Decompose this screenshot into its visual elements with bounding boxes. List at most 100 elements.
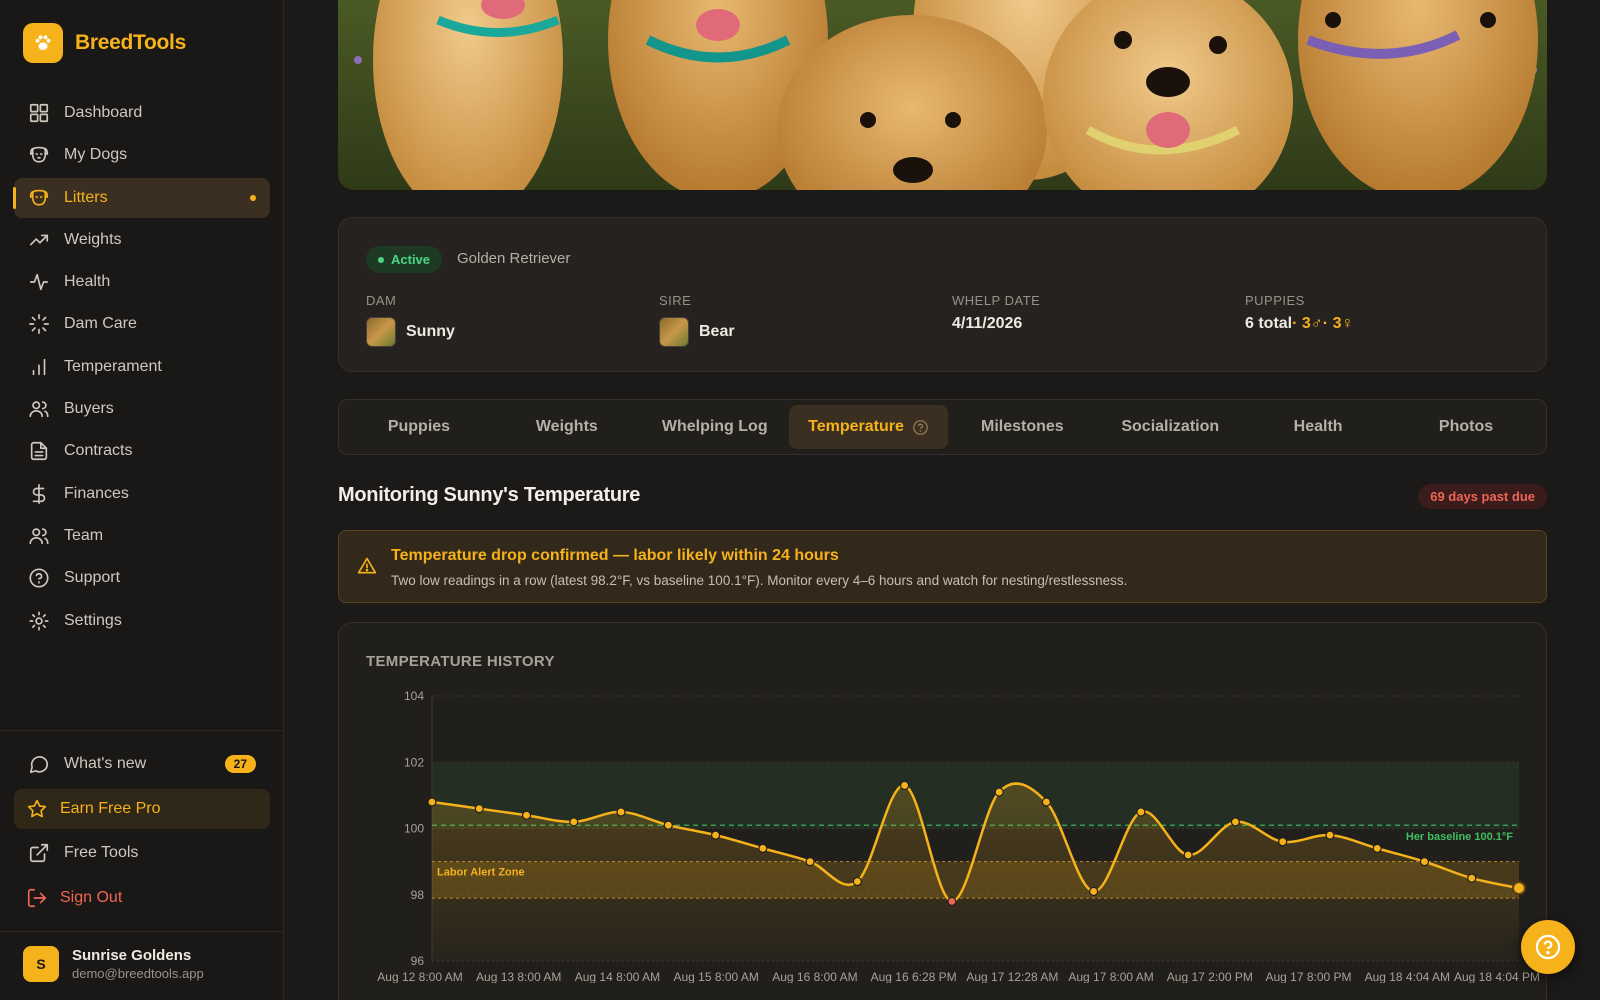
temperature-point	[1230, 817, 1241, 827]
temperature-point	[1372, 843, 1382, 853]
sidebar-item-team[interactable]: Team	[14, 516, 270, 556]
temperature-point	[1419, 857, 1430, 867]
tab-socialization[interactable]: Socialization	[1096, 405, 1244, 449]
sidebar-item-settings[interactable]: Settings	[14, 601, 270, 641]
sidebar-item-label: Health	[64, 273, 111, 291]
sidebar-bottom-nav: What's new 27 Earn Free Pro Free Tools S…	[14, 744, 270, 922]
help-button[interactable]	[1521, 920, 1575, 974]
loader-icon	[28, 313, 50, 335]
sire-avatar[interactable]	[659, 317, 689, 347]
sidebar-item-health[interactable]: Health	[14, 262, 270, 302]
sidebar-item-label: Buyers	[64, 400, 114, 418]
user-name: Sunrise Goldens	[72, 947, 192, 964]
whats-new-count-badge: 27	[224, 755, 256, 773]
sidebar-nav: Dashboard My Dogs Litters Weights Health Dam …	[13, 93, 270, 643]
litter-cover-photo	[338, 0, 1547, 190]
tab-photos[interactable]: Photos	[1392, 405, 1540, 449]
sidebar-item-contracts[interactable]: Contracts	[14, 431, 270, 471]
dam-label: DAM	[366, 293, 397, 308]
sire-name[interactable]: Bear	[699, 323, 735, 341]
temperature-point	[758, 843, 768, 853]
sidebar-item-finances[interactable]: Finances	[14, 474, 270, 514]
free-tools-link[interactable]: Free Tools	[14, 833, 270, 873]
tab-label: Puppies	[387, 418, 451, 435]
tab-label: Milestones	[981, 418, 1064, 435]
sidebar-item-temperament[interactable]: Temperament	[14, 347, 270, 387]
sidebar-item-label: Temperament	[64, 357, 162, 375]
x-tick-label: Aug 16 6:28 PM	[871, 970, 957, 983]
temperature-point	[521, 810, 532, 820]
temperature-point	[616, 807, 626, 817]
latest-reading-point	[1512, 881, 1526, 896]
help-circle-icon	[1535, 934, 1561, 960]
x-tick-label: Aug 17 12:28 AM	[966, 970, 1058, 983]
sidebar-item-buyers[interactable]: Buyers	[14, 389, 270, 429]
status-badge: Active	[366, 246, 443, 273]
sidebar-item-label: Dashboard	[64, 104, 143, 121]
tab-whelping-log[interactable]: Whelping Log	[641, 405, 789, 449]
temperature-point	[1089, 886, 1099, 897]
dog-icon	[28, 144, 50, 166]
sidebar-item-dam-care[interactable]: Dam Care	[14, 304, 270, 344]
sidebar-item-my-dogs[interactable]: My Dogs	[14, 135, 270, 175]
user-profile[interactable]: S Sunrise Goldens demo@breedtools.app	[23, 946, 204, 982]
sidebar-item-support[interactable]: Support	[14, 558, 270, 598]
tab-milestones[interactable]: Milestones	[948, 405, 1096, 449]
message-icon	[29, 756, 49, 774]
help-circle-icon[interactable]	[912, 419, 929, 436]
tab-label: Health	[1293, 418, 1343, 435]
temperature-point	[427, 797, 437, 807]
tab-label: Socialization	[1121, 418, 1220, 435]
temperature-history-card: TEMPERATURE HISTORY 9698100102104Labor A…	[338, 622, 1547, 1000]
x-tick-label: Aug 14 8:00 AM	[575, 970, 660, 983]
x-tick-label: Aug 18 4:04 PM	[1454, 970, 1540, 983]
sire-label: SIRE	[659, 293, 692, 308]
x-tick-label: Aug 16 8:00 AM	[772, 970, 857, 983]
temperature-point	[569, 817, 579, 827]
whats-new-label: What's new	[64, 755, 147, 772]
paw-logo-icon	[23, 23, 63, 63]
tab-temperature[interactable]: Temperature	[788, 405, 949, 449]
litter-tabs: Puppies Weights Whelping Log Temperature Mil…	[338, 399, 1547, 455]
sidebar-item-litters[interactable]: Litters	[13, 177, 270, 218]
temperature-chart: 9698100102104Labor Alert ZoneHer baselin…	[377, 689, 1540, 983]
main-content: Active Golden Retriever DAM Sunny SIRE B…	[284, 0, 1600, 1000]
x-tick-label: Aug 17 8:00 AM	[1068, 970, 1153, 983]
tab-label: Temperature	[808, 418, 904, 435]
y-tick-label: 104	[404, 689, 424, 703]
puppies-label: PUPPIES	[1245, 293, 1305, 308]
whats-new-button[interactable]: What's new 27	[14, 744, 270, 784]
alert-text: Two low readings in a row (latest 98.2°F…	[391, 573, 1128, 588]
grid-icon	[28, 102, 50, 124]
sidebar: BreedTools Dashboard My Dogs Litters Weight…	[0, 0, 284, 1000]
team-icon	[28, 525, 50, 547]
brand[interactable]: BreedTools	[23, 23, 186, 63]
sidebar-item-weights[interactable]: Weights	[14, 220, 270, 260]
sign-out-button[interactable]: Sign Out	[14, 878, 270, 918]
divider	[0, 931, 284, 932]
alert-title: Temperature drop confirmed — labor likel…	[391, 547, 839, 564]
litter-icon	[28, 187, 50, 209]
x-tick-label: Aug 12 8:00 AM	[377, 970, 462, 983]
whelp-date-info: WHELP DATE 4/11/2026	[952, 293, 1040, 333]
temperature-point	[900, 780, 910, 791]
dam-info: DAM Sunny	[366, 293, 455, 347]
tab-weights[interactable]: Weights	[493, 405, 641, 449]
tab-label: Weights	[535, 418, 598, 435]
dam-avatar[interactable]	[366, 317, 396, 347]
sidebar-item-dashboard[interactable]: Dashboard	[14, 93, 270, 133]
help-circle-icon	[28, 567, 50, 589]
pulse-icon	[28, 271, 50, 293]
divider	[0, 730, 284, 731]
tab-puppies[interactable]: Puppies	[345, 405, 493, 449]
sign-out-icon	[27, 888, 47, 907]
dam-name[interactable]: Sunny	[406, 323, 455, 341]
temperature-point	[1183, 850, 1193, 860]
y-tick-label: 96	[411, 954, 425, 968]
sign-out-label: Sign Out	[60, 888, 123, 906]
breed-label: Golden Retriever	[457, 250, 571, 267]
puppies-total: 6 total	[1245, 315, 1293, 332]
users-icon	[28, 398, 50, 420]
tab-health[interactable]: Health	[1244, 405, 1392, 449]
earn-free-pro-button[interactable]: Earn Free Pro	[14, 788, 270, 829]
